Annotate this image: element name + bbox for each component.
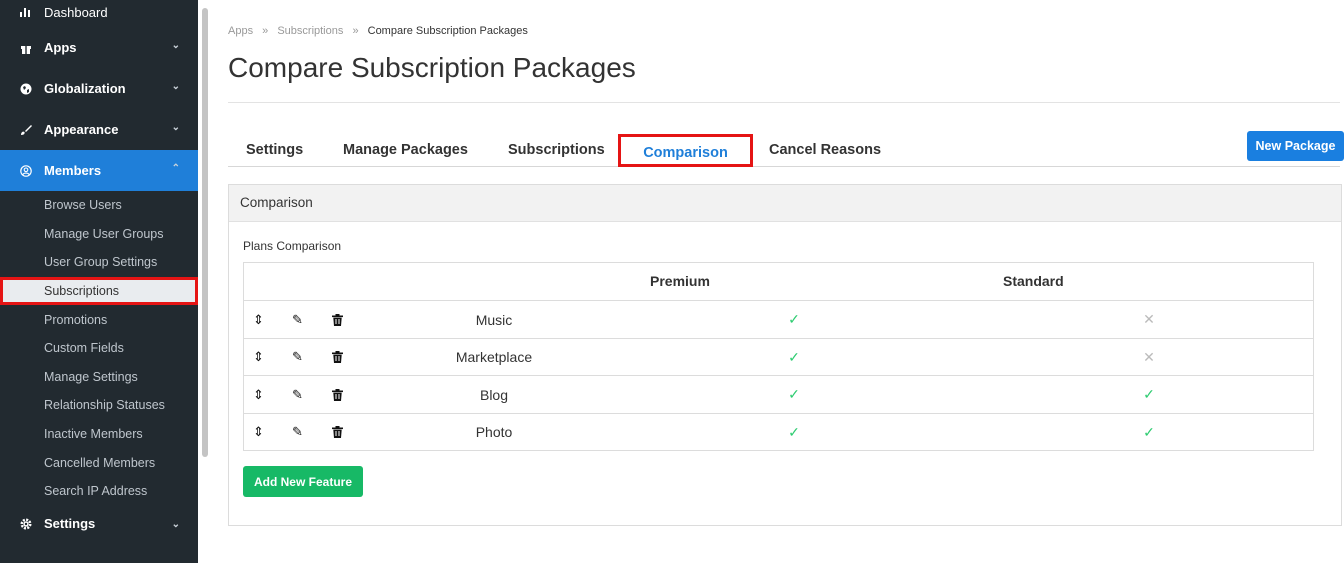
user-circle-icon (20, 164, 32, 177)
tab-cancel-reasons[interactable]: Cancel Reasons (769, 142, 881, 158)
sort-handle-icon[interactable]: ⇕ (253, 376, 264, 413)
nav-settings[interactable]: Settings ⌄ (0, 506, 198, 542)
nav-dashboard[interactable]: Dashboard (0, 0, 198, 27)
nav-relationship-statuses-label: Relationship Statuses (44, 398, 165, 413)
chart-icon (20, 5, 32, 17)
nav-manage-settings[interactable]: Manage Settings (0, 363, 198, 392)
check-icon: ✓ (1143, 423, 1155, 440)
nav-browse-users-label: Browse Users (44, 198, 122, 213)
check-icon: ✓ (1143, 386, 1155, 402)
nav-search-ip-address[interactable]: Search IP Address (0, 477, 198, 506)
breadcrumb-apps[interactable]: Apps (228, 25, 253, 37)
sort-handle-icon[interactable]: ⇕ (253, 339, 264, 376)
nav-manage-settings-label: Manage Settings (44, 369, 138, 384)
tab-bar: Settings Manage Packages Subscriptions C… (228, 134, 1340, 167)
feature-name: Music (475, 311, 513, 328)
nav-manage-user-groups[interactable]: Manage User Groups (0, 220, 198, 249)
nav-search-ip-address-label: Search IP Address (44, 484, 148, 499)
add-new-feature-button[interactable]: Add New Feature (243, 466, 363, 497)
breadcrumb: Apps » Subscriptions » Compare Subscript… (228, 25, 528, 37)
nav-cancelled-members-label: Cancelled Members (44, 455, 156, 470)
breadcrumb-subscriptions[interactable]: Subscriptions (277, 25, 343, 37)
nav-inactive-members-label: Inactive Members (44, 427, 143, 442)
page-title: Compare Subscription Packages (228, 52, 636, 83)
nav-globalization-label: Globalization (44, 81, 126, 96)
check-icon: ✓ (788, 311, 800, 327)
nav-user-group-settings-label: User Group Settings (44, 255, 158, 270)
sort-handle-icon[interactable]: ⇕ (253, 414, 264, 451)
nav-subscriptions-label: Subscriptions (44, 284, 120, 299)
nav-apps[interactable]: Apps ⌄ (0, 27, 198, 68)
new-package-button[interactable]: New Package (1247, 131, 1344, 161)
column-premium: Premium (650, 273, 710, 289)
check-icon: ✓ (788, 386, 800, 402)
edit-icon[interactable]: ✎ (292, 376, 303, 413)
chevron-down-icon: ⌄ (171, 40, 180, 51)
table-row: ⇕ ✎ Music ✓ ✕ (244, 300, 1313, 338)
column-standard: Standard (1003, 273, 1064, 289)
nav-cancelled-members[interactable]: Cancelled Members (0, 448, 198, 477)
gear-icon (20, 518, 32, 530)
table-header: Premium Standard (244, 263, 1313, 300)
tab-manage-packages[interactable]: Manage Packages (343, 142, 468, 158)
edit-icon[interactable]: ✎ (292, 414, 303, 451)
breadcrumb-current: Compare Subscription Packages (367, 25, 528, 37)
edit-icon[interactable]: ✎ (292, 339, 303, 376)
nav-promotions[interactable]: Promotions (0, 305, 198, 334)
feature-name: Blog (479, 386, 509, 403)
chevron-up-icon: ⌃ (171, 163, 180, 174)
table-row: ⇕ ✎ Photo ✓ ✓ (244, 412, 1313, 451)
nav-promotions-label: Promotions (44, 312, 108, 327)
nav-apps-label: Apps (44, 40, 77, 55)
cross-icon: ✕ (1143, 348, 1155, 365)
tab-subscriptions[interactable]: Subscriptions (508, 142, 605, 158)
panel-title: Comparison (229, 185, 1341, 222)
breadcrumb-separator: » (262, 25, 269, 37)
main-content: Apps » Subscriptions » Compare Subscript… (228, 0, 1344, 563)
trash-icon[interactable] (332, 414, 343, 451)
check-icon: ✓ (788, 423, 800, 440)
nav-user-group-settings[interactable]: User Group Settings (0, 248, 198, 277)
nav-inactive-members[interactable]: Inactive Members (0, 420, 198, 449)
sidebar: Dashboard Apps ⌄ Globalization ⌄ Appeara… (0, 0, 198, 563)
tab-settings[interactable]: Settings (246, 142, 303, 158)
chevron-down-icon: ⌄ (171, 518, 180, 530)
trash-icon[interactable] (332, 376, 343, 413)
table-row: ⇕ ✎ Blog ✓ ✓ (244, 375, 1313, 413)
plans-comparison-label: Plans Comparison (243, 239, 342, 253)
edit-icon[interactable]: ✎ (292, 301, 303, 338)
nav-dashboard-label: Dashboard (44, 5, 108, 20)
gift-icon (20, 42, 32, 54)
comparison-panel: Comparison Plans Comparison Premium Stan… (228, 184, 1342, 526)
sidebar-scrollbar[interactable] (202, 8, 208, 457)
nav-custom-fields-label: Custom Fields (44, 341, 124, 356)
trash-icon[interactable] (332, 301, 343, 338)
trash-icon[interactable] (332, 339, 343, 376)
divider (228, 102, 1340, 103)
nav-members-label: Members (44, 163, 102, 178)
feature-name: Marketplace (455, 349, 533, 365)
sort-handle-icon[interactable]: ⇕ (253, 301, 264, 338)
nav-appearance-label: Appearance (44, 122, 119, 137)
table-row: ⇕ ✎ Marketplace ✓ ✕ (244, 337, 1313, 376)
nav-members[interactable]: Members ⌃ (0, 150, 198, 191)
nav-subscriptions[interactable]: Subscriptions (0, 276, 198, 306)
globe-icon (20, 83, 32, 95)
check-icon: ✓ (788, 348, 800, 365)
tab-comparison[interactable]: Comparison (618, 134, 753, 167)
nav-settings-label: Settings (44, 516, 96, 532)
nav-browse-users[interactable]: Browse Users (0, 191, 198, 220)
brush-icon (20, 124, 32, 136)
feature-name: Photo (475, 424, 513, 440)
chevron-down-icon: ⌄ (171, 81, 180, 92)
breadcrumb-separator: » (352, 25, 359, 37)
nav-relationship-statuses[interactable]: Relationship Statuses (0, 391, 198, 420)
nav-appearance[interactable]: Appearance ⌄ (0, 109, 198, 150)
chevron-down-icon: ⌄ (171, 122, 180, 133)
nav-custom-fields[interactable]: Custom Fields (0, 334, 198, 363)
nav-globalization[interactable]: Globalization ⌄ (0, 68, 198, 109)
nav-manage-user-groups-label: Manage User Groups (44, 226, 164, 241)
comparison-table: Premium Standard ⇕ ✎ Music ✓ ✕ ⇕ ✎ Marke (243, 262, 1314, 451)
cross-icon: ✕ (1143, 311, 1155, 327)
